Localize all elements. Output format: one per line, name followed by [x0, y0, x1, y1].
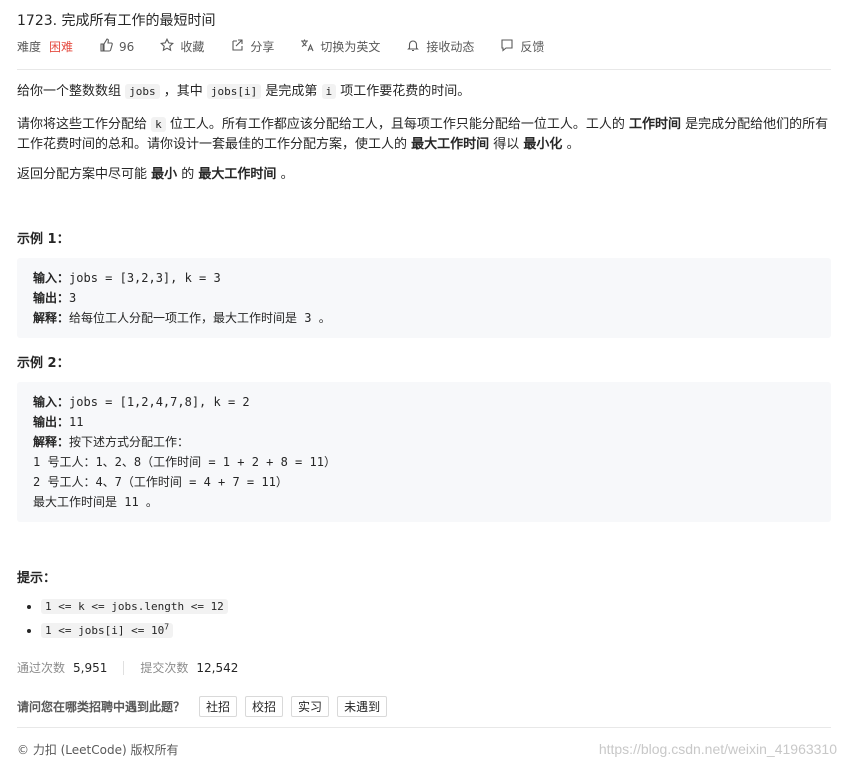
- collect-label: 收藏: [180, 40, 205, 54]
- hint-item: 1 <= jobs[i] <= 107: [41, 617, 228, 641]
- strong-text: 最大工作时间: [411, 137, 490, 152]
- text: ，其中: [159, 84, 207, 99]
- explain-line: 1 号工人：1、2、8（工作时间 = 1 + 2 + 8 = 11）: [33, 455, 336, 469]
- hint-item: 1 <= k <= jobs.length <= 12: [41, 596, 228, 617]
- feedback-icon: [500, 38, 514, 55]
- text: 给你一个整数数组: [17, 84, 126, 99]
- explain-label: 解释：: [33, 311, 70, 325]
- watermark: https://blog.csdn.net/weixin_41963310: [598, 741, 837, 757]
- explain-line: 最大工作时间是 11 。: [33, 495, 158, 509]
- subscribe-button[interactable]: 接收动态: [406, 38, 474, 55]
- difficulty: 难度 困难: [17, 38, 73, 55]
- strong-text: 最小: [151, 167, 178, 182]
- share-label: 分享: [250, 40, 275, 54]
- text: 得以: [489, 137, 524, 152]
- input-value: jobs = [3,2,3], k = 3: [69, 271, 221, 285]
- output-value: 3: [69, 291, 77, 305]
- subscribe-label: 接收动态: [426, 40, 475, 54]
- strong-text: 最大工作时间: [198, 167, 277, 182]
- like-count: 96: [119, 39, 135, 54]
- submitted-value: 12,542: [196, 660, 239, 675]
- tag-internship[interactable]: 实习: [291, 696, 330, 717]
- example-2-heading: 示例 2：: [17, 356, 70, 371]
- problem-meta-bar: 难度 困难 96 收藏 分享 切换为英文 接收动态 反馈: [17, 37, 570, 55]
- explain-label: 解释：: [33, 435, 70, 449]
- star-icon: [160, 37, 175, 55]
- divider: [123, 660, 125, 675]
- switch-language-button[interactable]: 切换为英文: [300, 38, 380, 55]
- example-2-block: 输入：jobs = [1,2,4,7,8], k = 2 输出：11 解释：按下…: [17, 382, 831, 522]
- example-1-block: 输入：jobs = [3,2,3], k = 3 输出：3 解释：给每位工人分配…: [17, 258, 831, 338]
- text: 。: [276, 167, 294, 182]
- bell-icon: [406, 38, 420, 55]
- strong-text: 最小化: [523, 137, 563, 152]
- text: 返回分配方案中尽可能: [17, 167, 152, 182]
- hints-list: 1 <= k <= jobs.length <= 12 1 <= jobs[i]…: [17, 596, 228, 641]
- description-paragraph-3: 返回分配方案中尽可能 最小 的 最大工作时间 。: [17, 165, 831, 185]
- accepted-value: 5,951: [73, 660, 108, 675]
- inline-code: jobs: [125, 84, 160, 99]
- accepted-label: 通过次数: [17, 661, 66, 675]
- share-icon: [230, 38, 244, 55]
- submitted-label: 提交次数: [140, 661, 189, 675]
- problem-title: 1723. 完成所有工作的最短时间: [17, 13, 216, 29]
- copyright-footer: © 力扣 (LeetCode) 版权所有: [17, 743, 179, 757]
- collect-button[interactable]: 收藏: [160, 37, 205, 55]
- text: 是完成第: [261, 84, 322, 99]
- inline-code: k: [151, 117, 166, 132]
- description-paragraph-1: 给你一个整数数组 jobs ，其中 jobs[i] 是完成第 i 项工作要花费的…: [17, 82, 831, 102]
- text: 项工作要花费的时间。: [336, 84, 471, 99]
- text: 请你将这些工作分配给: [17, 117, 152, 132]
- thumbs-up-icon: [99, 38, 113, 55]
- tag-not-encountered[interactable]: 未遇到: [337, 696, 388, 717]
- recruiting-survey: 请问您在哪类招聘中遇到此题？ 社招 校招 实习 未遇到: [17, 696, 395, 717]
- input-value: jobs = [1,2,4,7,8], k = 2: [69, 395, 250, 409]
- text: 。: [562, 137, 580, 152]
- divider: [17, 727, 831, 728]
- hint-code-text: 1 <= jobs[i] <= 10: [45, 623, 165, 637]
- explain-line: 2 号工人：4、7（工作时间 = 4 + 7 = 11）: [33, 475, 288, 489]
- translate-icon: [300, 38, 314, 55]
- inline-code: 1 <= k <= jobs.length <= 12: [41, 599, 228, 614]
- inline-code: 1 <= jobs[i] <= 107: [41, 622, 174, 638]
- tag-campus-recruit[interactable]: 校招: [245, 696, 284, 717]
- inline-code: i: [321, 84, 337, 99]
- feedback-button[interactable]: 反馈: [500, 38, 544, 55]
- output-label: 输出：: [33, 415, 70, 429]
- survey-question: 请问您在哪类招聘中遇到此题？: [17, 700, 186, 714]
- input-label: 输入：: [33, 395, 70, 409]
- example-1-heading: 示例 1：: [17, 232, 70, 247]
- inline-code: jobs[i]: [206, 84, 262, 99]
- like-button[interactable]: 96: [99, 38, 134, 55]
- superscript: 7: [164, 622, 170, 631]
- input-label: 输入：: [33, 271, 70, 285]
- hints-heading: 提示：: [17, 571, 57, 586]
- description-paragraph-2: 请你将这些工作分配给 k 位工人。所有工作都应该分配给工人，且每项工作只能分配给…: [17, 115, 831, 155]
- difficulty-label: 难度: [17, 40, 42, 54]
- tag-social-recruit[interactable]: 社招: [199, 696, 238, 717]
- output-label: 输出：: [33, 291, 70, 305]
- output-value: 11: [69, 415, 84, 429]
- explain-value: 按下述方式分配工作：: [69, 435, 190, 449]
- text: 的: [177, 167, 199, 182]
- difficulty-value: 困难: [49, 40, 74, 54]
- explain-value: 给每位工人分配一项工作，最大工作时间是 3 。: [69, 311, 331, 325]
- share-button[interactable]: 分享: [230, 38, 274, 55]
- text: 位工人。所有工作都应该分配给工人，且每项工作只能分配给一位工人。工人的: [165, 117, 630, 132]
- feedback-label: 反馈: [520, 40, 545, 54]
- strong-text: 工作时间: [629, 117, 682, 132]
- switch-language-label: 切换为英文: [320, 40, 381, 54]
- divider: [17, 69, 831, 70]
- submission-stats: 通过次数 5,951 提交次数 12,542: [17, 659, 238, 676]
